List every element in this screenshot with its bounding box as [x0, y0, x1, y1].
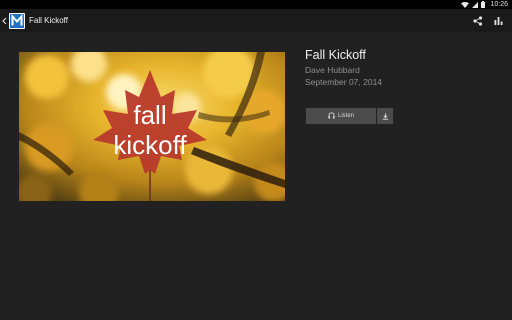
status-bar: 10:26 [0, 0, 512, 9]
listen-label: Listen [337, 113, 354, 119]
sermon-author: Dave Hubbard [305, 65, 360, 75]
sermon-title: Fall Kickoff [305, 48, 366, 62]
artwork-line2: kickoff [113, 130, 187, 160]
action-bar: Fall Kickoff [0, 9, 512, 32]
action-bar-title: Fall Kickoff [29, 16, 68, 25]
status-time: 10:26 [490, 1, 508, 8]
battery-icon [481, 1, 486, 8]
up-chevron-icon[interactable] [2, 17, 8, 25]
sermon-details: Fall Kickoff Dave Hubbard September 07, … [305, 47, 505, 88]
wifi-icon [461, 1, 470, 8]
action-buttons: Listen [306, 108, 393, 124]
share-icon[interactable] [473, 15, 483, 26]
artwork-line1: fall [133, 100, 166, 130]
download-icon [382, 107, 389, 125]
sermon-date: September 07, 2014 [305, 77, 383, 87]
action-bar-actions [473, 15, 512, 26]
sermon-artwork[interactable]: fall kickoff [19, 52, 285, 201]
stats-icon[interactable] [494, 16, 503, 25]
app-logo[interactable] [9, 12, 25, 29]
listen-button[interactable]: Listen [306, 108, 376, 124]
download-button[interactable] [377, 108, 393, 124]
signal-icon [472, 1, 479, 8]
headphones-icon [328, 111, 335, 121]
